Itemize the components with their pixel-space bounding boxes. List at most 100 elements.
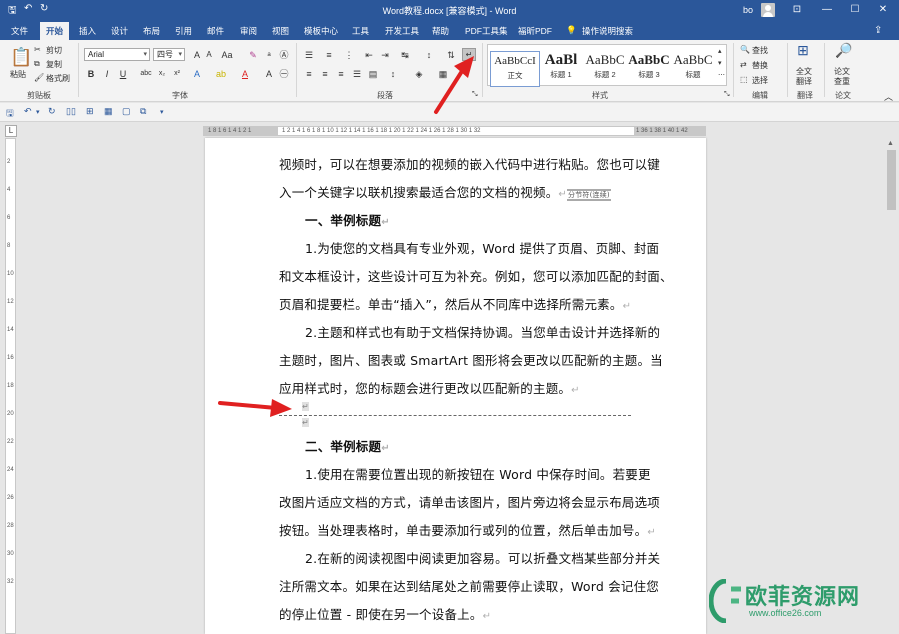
find-button[interactable]: 查找 <box>752 45 768 56</box>
tab-foxit-pdf[interactable]: 福昕PDF <box>518 25 552 37</box>
bullets-icon[interactable]: ☰ <box>302 49 316 61</box>
shrink-font-icon[interactable]: A <box>202 49 216 61</box>
vertical-scrollbar[interactable]: ▲ <box>884 138 899 634</box>
tell-me-search[interactable]: 操作说明搜索 <box>582 25 633 37</box>
find-icon[interactable]: 🔍 <box>740 45 750 54</box>
align-center-icon[interactable]: ≡ <box>318 68 332 80</box>
clear-format-icon[interactable]: ✎ <box>246 49 260 61</box>
paper-check-label-2[interactable]: 查重 <box>834 76 850 87</box>
undo-dropdown-icon[interactable]: ▾ <box>36 108 40 116</box>
style-heading-1[interactable]: AaBl 标题 1 <box>536 51 586 80</box>
underline-icon[interactable]: U <box>116 68 130 80</box>
style-normal[interactable]: AaBbCcI 正文 <box>490 51 540 87</box>
strikethrough-icon[interactable]: abc <box>139 68 153 80</box>
undo-icon[interactable]: ↶ <box>24 106 32 117</box>
shading-icon[interactable]: ◈ <box>412 68 426 80</box>
font-size-combo[interactable]: 四号 ▾ <box>153 48 185 61</box>
redo-icon[interactable]: ↻ <box>48 106 56 117</box>
scissors-icon[interactable]: ✂ <box>34 45 41 54</box>
multilevel-list-icon[interactable]: ⋮ <box>342 49 356 61</box>
change-case-icon[interactable]: Aa <box>220 49 234 61</box>
collapse-ribbon-icon[interactable]: ︿ <box>884 90 893 103</box>
tab-pdf-tools[interactable]: PDF工具集 <box>465 25 508 37</box>
tab-selector[interactable]: L <box>5 125 17 137</box>
line-spacing-icon[interactable]: ↕ <box>386 68 400 80</box>
numbering-icon[interactable]: ≡ <box>322 49 336 61</box>
decrease-indent-icon[interactable]: ⇤ <box>362 49 376 61</box>
enclose-char-icon[interactable]: Ⓐ <box>277 49 291 61</box>
minimize-button[interactable]: — <box>817 3 837 17</box>
styles-more-icon[interactable]: ⋯ <box>718 71 725 79</box>
font-color-icon[interactable]: A <box>238 68 252 80</box>
replace-icon[interactable]: ⇄ <box>740 60 747 69</box>
style-heading-2[interactable]: AaBbC 标题 2 <box>580 51 630 80</box>
horizontal-ruler[interactable]: 1 8 1 6 1 4 1 2 1 1 2 1 4 1 6 1 8 1 10 1… <box>203 126 706 136</box>
print-preview-icon[interactable]: ⊞ <box>86 106 94 117</box>
phonetic-guide-icon[interactable]: ᵃ <box>262 49 276 61</box>
copy-button[interactable]: 复制 <box>46 59 62 70</box>
align-right-icon[interactable]: ≡ <box>334 68 348 80</box>
distributed-icon[interactable]: ▤ <box>366 68 380 80</box>
table-icon[interactable]: ▦ <box>104 106 113 117</box>
style-heading-3[interactable]: AaBbC 标题 3 <box>624 51 674 80</box>
tab-review[interactable]: 审阅 <box>240 25 257 37</box>
page-icon[interactable]: ▢ <box>122 106 131 117</box>
increase-indent-icon[interactable]: ⇥ <box>378 49 392 61</box>
font-name-combo[interactable]: Arial ▾ <box>84 48 150 61</box>
avatar[interactable] <box>761 3 775 17</box>
format-painter-button[interactable]: 格式刷 <box>46 73 70 84</box>
italic-icon[interactable]: I <box>100 68 114 80</box>
select-button[interactable]: 选择 <box>752 75 768 86</box>
tab-design[interactable]: 设计 <box>111 25 128 37</box>
user-name[interactable]: bo <box>743 5 753 15</box>
customize-qat-icon[interactable]: ▾ <box>160 108 164 116</box>
justify-icon[interactable]: ☰ <box>350 68 364 80</box>
tab-help[interactable]: 帮助 <box>432 25 449 37</box>
superscript-icon[interactable]: x² <box>170 68 184 80</box>
tab-developer[interactable]: 开发工具 <box>385 25 419 37</box>
replace-button[interactable]: 替换 <box>752 60 768 71</box>
ribbon-display-options-button[interactable]: ⊡ <box>787 3 807 17</box>
chinese-layout-icon[interactable]: ↹ <box>398 49 412 61</box>
styles-scroll-up-icon[interactable]: ▴ <box>718 47 722 55</box>
text-effects-icon[interactable]: A <box>190 68 204 80</box>
tab-home[interactable]: 开始 <box>40 22 70 40</box>
styles-dialog-launcher-icon[interactable]: ⤡ <box>724 91 730 99</box>
vertical-ruler[interactable]: 24 68 10 12 14 16 18 20 22 24 26 28 30 32 <box>5 138 16 634</box>
section-break-line <box>279 415 631 416</box>
tab-mailings[interactable]: 邮件 <box>207 25 224 37</box>
highlight-icon[interactable]: ab <box>214 68 228 80</box>
tab-references[interactable]: 引用 <box>175 25 192 37</box>
paste-button[interactable]: 粘贴 <box>10 69 26 80</box>
copy-icon[interactable]: ⧉ <box>34 59 40 69</box>
char-border-icon[interactable]: ㊀ <box>277 68 291 80</box>
tab-file[interactable]: 文件 <box>11 25 28 37</box>
paste-icon[interactable]: 📋 <box>10 46 32 68</box>
layout-icon[interactable]: ⧉ <box>140 106 146 117</box>
save-icon[interactable]: 🖫 <box>6 106 14 122</box>
tab-tools[interactable]: 工具 <box>352 25 369 37</box>
bold-icon[interactable]: B <box>84 68 98 80</box>
align-left-icon[interactable]: ≡ <box>302 68 316 80</box>
tab-view[interactable]: 视图 <box>272 25 289 37</box>
char-shading-icon[interactable]: A <box>262 68 276 80</box>
brush-icon[interactable]: 🖌 <box>34 73 44 82</box>
scroll-up-icon[interactable]: ▲ <box>887 140 894 147</box>
tab-insert[interactable]: 插入 <box>79 25 96 37</box>
maximize-button[interactable]: ☐ <box>845 3 865 17</box>
scroll-thumb[interactable] <box>887 150 896 210</box>
two-page-icon[interactable]: ▯▯ <box>66 106 76 117</box>
style-title[interactable]: AaBbC 标题 <box>668 51 718 80</box>
styles-scroll-down-icon[interactable]: ▾ <box>718 59 722 67</box>
cut-button[interactable]: 剪切 <box>46 45 62 56</box>
share-icon[interactable]: ⇪ <box>874 25 882 36</box>
tab-template-center[interactable]: 模板中心 <box>304 25 338 37</box>
translate-icon[interactable]: ⊞ <box>796 43 810 57</box>
paper-check-icon[interactable]: 🔎 <box>835 43 852 57</box>
close-button[interactable]: ✕ <box>873 3 893 17</box>
full-text-translate-label-2[interactable]: 翻译 <box>796 76 812 87</box>
select-icon[interactable]: ⬚ <box>740 75 748 84</box>
document-page[interactable]: 视频时，可以在想要添加的视频的嵌入代码中进行粘贴。您也可以键 入一个关键字以联机… <box>205 138 706 634</box>
subscript-icon[interactable]: x₂ <box>155 68 169 80</box>
tab-layout[interactable]: 布局 <box>143 25 160 37</box>
